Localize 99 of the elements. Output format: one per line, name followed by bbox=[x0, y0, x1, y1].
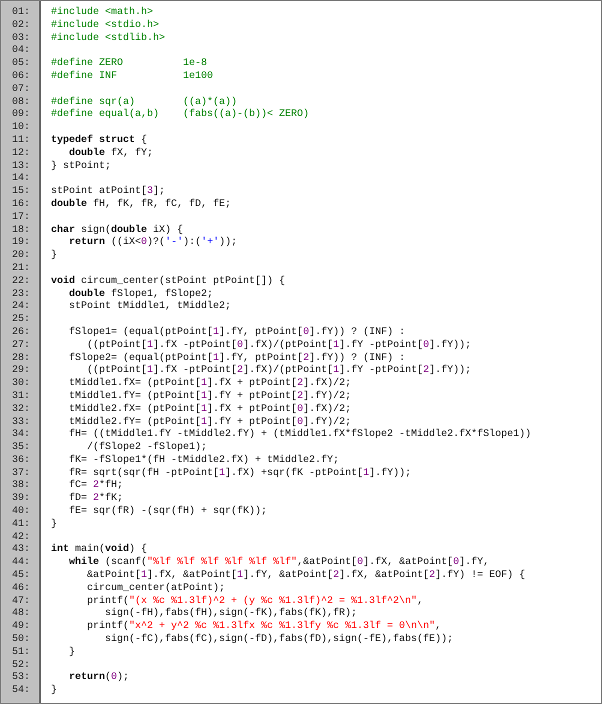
code-line: #include <stdio.h> bbox=[51, 20, 160, 31]
line-number: 46: bbox=[12, 582, 30, 594]
code-line: ((ptPoint[1].fX -ptPoint[0].fX)/(ptPoint[1].fY -ptPoint[0].fY)); bbox=[86, 340, 472, 351]
line-number: 45: bbox=[12, 570, 30, 582]
line-number: 21: bbox=[12, 262, 30, 274]
code-line: tMiddle1.fX= (ptPoint[1].fX + ptPoint[2].fX)/2; bbox=[68, 378, 352, 390]
line-number: 24: bbox=[12, 301, 30, 312]
code-line: void circum_center(stPoint ptPoint[]) { bbox=[51, 276, 286, 287]
code-line: printf("x^2 + y^2 %c %1.3lfx %c %1.3lfy %c %1.3lf = 0\n\n", bbox=[86, 621, 442, 632]
line-number: 16: bbox=[12, 198, 30, 210]
code-line: #include <math.h> bbox=[51, 7, 154, 18]
code-line: tMiddle2.fY= (ptPoint[1].fY + ptPoint[0].fY)/2; bbox=[68, 416, 352, 428]
line-number: 39: bbox=[12, 493, 30, 504]
line-number: 28: bbox=[12, 352, 30, 364]
line-number: 30: bbox=[12, 378, 30, 390]
line-number: 03: bbox=[12, 32, 30, 44]
code-line: printf("(x %c %1.3lf)^2 + (y %c %1.3lf)^2 = %1.3lf^2\n", bbox=[86, 596, 424, 607]
code-line: } bbox=[51, 250, 58, 262]
code-line: ((ptPoint[1].fX -ptPoint[2].fX)/(ptPoint[1].fY -ptPoint[2].fY)); bbox=[86, 365, 472, 376]
line-number: 19: bbox=[12, 237, 30, 248]
line-number: 44: bbox=[12, 557, 30, 568]
code-line: stPoint atPoint[3]; bbox=[51, 186, 166, 198]
line-number: 23: bbox=[12, 288, 30, 300]
code-line: fK= -fSlope1*(fH -tMiddle2.fX) + tMiddle2.fY; bbox=[68, 454, 340, 466]
code-line: return ((iX<0)?('-'):('+')); bbox=[68, 237, 238, 248]
line-number: 27: bbox=[12, 340, 30, 351]
line-number: 31: bbox=[12, 390, 30, 402]
line-number: 07: bbox=[12, 84, 30, 95]
code-line: } bbox=[51, 685, 58, 696]
line-number: 11: bbox=[12, 134, 30, 146]
line-number: 26: bbox=[12, 326, 30, 338]
code-line: typedef struct { bbox=[51, 134, 148, 146]
line-number: 50: bbox=[12, 634, 30, 646]
line-number: 54: bbox=[12, 685, 30, 696]
line-number: 52: bbox=[12, 660, 30, 671]
code-line: } stPoint; bbox=[51, 160, 112, 172]
line-number: 05: bbox=[12, 58, 30, 70]
code-line: } bbox=[51, 518, 58, 530]
code-line: circum_center(atPoint); bbox=[86, 582, 226, 594]
code-line: fR= sqrt(sqr(fH -ptPoint[1].fX) +sqr(fK -ptPoint[1].fY)); bbox=[68, 468, 412, 479]
line-number: 43: bbox=[12, 544, 30, 556]
line-number: 47: bbox=[12, 596, 30, 607]
line-number: 15: bbox=[12, 186, 30, 198]
line-number: 02: bbox=[12, 20, 30, 31]
line-number: 36: bbox=[12, 454, 30, 466]
line-number: 17: bbox=[12, 212, 30, 223]
line-number: 22: bbox=[12, 276, 30, 287]
code-line: &atPoint[1].fX, &atPoint[1].fY, &atPoint[2].fX, &atPoint[2].fY) != EOF) { bbox=[86, 570, 526, 582]
line-number: 14: bbox=[12, 173, 30, 184]
code-line: #define INF 1e100 bbox=[51, 70, 214, 82]
code-line: #define ZERO 1e-8 bbox=[51, 58, 208, 70]
line-number: 37: bbox=[12, 468, 30, 479]
line-number: 04: bbox=[12, 45, 30, 56]
line-number: 53: bbox=[12, 672, 30, 684]
line-number: 51: bbox=[12, 646, 30, 658]
code-line: fSlope2= (equal(ptPoint[1].fY, ptPoint[2].fY)) ? (INF) : bbox=[68, 352, 406, 364]
line-number: 33: bbox=[12, 416, 30, 428]
code-line: #define equal(a,b) (fabs((a)-(b))< ZERO) bbox=[51, 109, 310, 120]
code-line: #define sqr(a) ((a)*(a)) bbox=[51, 96, 238, 108]
line-number: 20: bbox=[12, 250, 30, 262]
line-number: 38: bbox=[12, 480, 30, 492]
code-line: fH= ((tMiddle1.fY -tMiddle2.fY) + (tMiddle1.fX*fSlope2 -tMiddle2.fX*fSlope1)) bbox=[68, 429, 532, 440]
code-line: stPoint tMiddle1, tMiddle2; bbox=[68, 301, 232, 312]
code-line: tMiddle2.fX= (ptPoint[1].fX + ptPoint[0].fX)/2; bbox=[68, 404, 352, 415]
code-line: return(0); bbox=[68, 672, 130, 684]
line-number: 09: bbox=[12, 109, 30, 120]
line-number: 48: bbox=[12, 608, 30, 620]
code-line: fD= 2*fK; bbox=[68, 493, 124, 504]
line-number: 12: bbox=[12, 148, 30, 159]
line-number: 40: bbox=[12, 506, 30, 518]
code-line: #include <stdlib.h> bbox=[51, 32, 166, 44]
line-number: 25: bbox=[12, 314, 30, 326]
line-number: 49: bbox=[12, 621, 30, 632]
code-line: sign(-fH),fabs(fH),sign(-fK),fabs(fK),fR); bbox=[104, 608, 358, 620]
code-line: sign(-fC),fabs(fC),sign(-fD),fabs(fD),sign(-fE),fabs(fE)); bbox=[104, 634, 454, 646]
code-line: /(fSlope2 -fSlope1); bbox=[86, 442, 208, 454]
code-line: while (scanf("%lf %lf %lf %lf %lf %lf",&atPoint[0].fX, &atPoint[0].fY, bbox=[68, 557, 490, 568]
line-number: 01: bbox=[12, 7, 30, 18]
line-number: 10: bbox=[12, 122, 30, 134]
line-number: 35: bbox=[12, 442, 30, 454]
code-line: char sign(double iX) { bbox=[51, 224, 184, 236]
line-number: 34: bbox=[12, 429, 30, 440]
line-number: 06: bbox=[12, 70, 30, 82]
code-line: double fH, fK, fR, fC, fD, fE; bbox=[51, 198, 232, 210]
code-line: tMiddle1.fY= (ptPoint[1].fY + ptPoint[2].fY)/2; bbox=[68, 390, 352, 402]
code-line: double fSlope1, fSlope2; bbox=[68, 288, 214, 300]
code-line: double fX, fY; bbox=[68, 148, 154, 159]
line-number: 08: bbox=[12, 96, 30, 108]
code-line: fSlope1= (equal(ptPoint[1].fY, ptPoint[0].fY)) ? (INF) : bbox=[68, 326, 406, 338]
line-number: 18: bbox=[12, 224, 30, 236]
code-line: } bbox=[68, 646, 76, 658]
code-line: int main(void) { bbox=[51, 544, 148, 556]
line-number: 32: bbox=[12, 404, 30, 415]
code-line: fC= 2*fH; bbox=[68, 480, 124, 492]
line-number: 13: bbox=[12, 160, 30, 172]
line-number: 41: bbox=[12, 518, 30, 530]
code-line: fE= sqr(fR) -(sqr(fH) + sqr(fK)); bbox=[68, 506, 268, 518]
line-number: 42: bbox=[12, 532, 30, 543]
line-number: 29: bbox=[12, 365, 30, 376]
